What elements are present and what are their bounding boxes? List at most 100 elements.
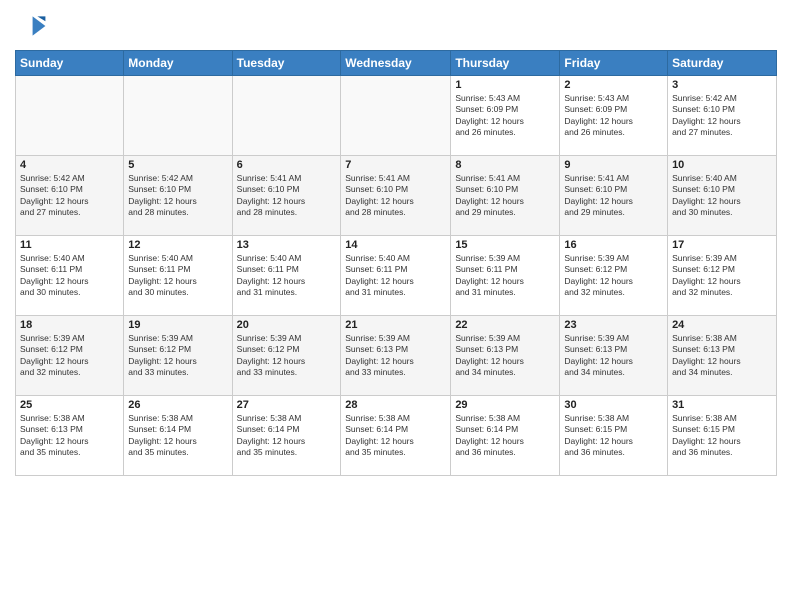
day-info: Sunrise: 5:40 AM Sunset: 6:11 PM Dayligh… [237, 253, 337, 299]
day-info: Sunrise: 5:38 AM Sunset: 6:14 PM Dayligh… [128, 413, 227, 459]
calendar-cell: 8Sunrise: 5:41 AM Sunset: 6:10 PM Daylig… [451, 156, 560, 236]
calendar-week-3: 11 Sunrise: 5:40 AM Sunset: 6:11 PM Dayli… [16, 236, 777, 316]
calendar-cell: 2 Sunrise: 5:43 AM Sunset: 6:09 PM Daylig… [560, 76, 668, 156]
day-number: 4 [20, 159, 119, 171]
day-number: 3 [672, 79, 772, 91]
weekday-header-monday: Monday [124, 51, 232, 76]
day-number: 24 [672, 319, 772, 331]
day-info: Sunrise: 5:42 AM Sunset: 6:10 PM Dayligh… [672, 93, 772, 139]
day-number: 18 [20, 319, 119, 331]
day-number: 19 [128, 319, 227, 331]
day-number: 23 [564, 319, 663, 331]
day-number: 14 [345, 239, 446, 251]
day-info: Sunrise: 5:38 AM Sunset: 6:14 PM Dayligh… [345, 413, 446, 459]
day-number: 30 [564, 399, 663, 411]
calendar-cell: 5Sunrise: 5:42 AM Sunset: 6:10 PM Daylig… [124, 156, 232, 236]
day-number: 9 [564, 159, 663, 171]
calendar-cell: 21 Sunrise: 5:39 AM Sunset: 6:13 PM Dayli… [341, 316, 451, 396]
day-number: 15 [455, 239, 555, 251]
day-info: Sunrise: 5:41 AM Sunset: 6:10 PM Dayligh… [455, 173, 555, 219]
calendar-cell: 16 Sunrise: 5:39 AM Sunset: 6:12 PM Dayli… [560, 236, 668, 316]
day-number: 12 [128, 239, 227, 251]
logo-icon [15, 10, 47, 42]
header [15, 10, 777, 42]
day-info: Sunrise: 5:39 AM Sunset: 6:13 PM Dayligh… [564, 333, 663, 379]
weekday-header-row: SundayMondayTuesdayWednesdayThursdayFrid… [16, 51, 777, 76]
calendar-cell: 23 Sunrise: 5:39 AM Sunset: 6:13 PM Dayli… [560, 316, 668, 396]
calendar-cell: 17Sunrise: 5:39 AM Sunset: 6:12 PM Dayli… [668, 236, 777, 316]
day-number: 6 [237, 159, 337, 171]
day-info: Sunrise: 5:41 AM Sunset: 6:10 PM Dayligh… [345, 173, 446, 219]
day-number: 22 [455, 319, 555, 331]
day-number: 1 [455, 79, 555, 91]
calendar-cell: 26 Sunrise: 5:38 AM Sunset: 6:14 PM Dayli… [124, 396, 232, 476]
calendar-cell: 1Sunrise: 5:43 AM Sunset: 6:09 PM Daylig… [451, 76, 560, 156]
calendar-cell [16, 76, 124, 156]
logo [15, 10, 51, 42]
calendar-cell [124, 76, 232, 156]
day-number: 28 [345, 399, 446, 411]
calendar-cell: 28 Sunrise: 5:38 AM Sunset: 6:14 PM Dayli… [341, 396, 451, 476]
weekday-header-sunday: Sunday [16, 51, 124, 76]
day-number: 26 [128, 399, 227, 411]
day-number: 31 [672, 399, 772, 411]
calendar-cell: 7 Sunrise: 5:41 AM Sunset: 6:10 PM Daylig… [341, 156, 451, 236]
weekday-header-tuesday: Tuesday [232, 51, 341, 76]
calendar-cell: 12 Sunrise: 5:40 AM Sunset: 6:11 PM Dayli… [124, 236, 232, 316]
day-info: Sunrise: 5:38 AM Sunset: 6:14 PM Dayligh… [455, 413, 555, 459]
weekday-header-thursday: Thursday [451, 51, 560, 76]
calendar-cell: 10Sunrise: 5:40 AM Sunset: 6:10 PM Dayli… [668, 156, 777, 236]
day-info: Sunrise: 5:39 AM Sunset: 6:12 PM Dayligh… [20, 333, 119, 379]
calendar-cell: 27 Sunrise: 5:38 AM Sunset: 6:14 PM Dayli… [232, 396, 341, 476]
day-number: 2 [564, 79, 663, 91]
calendar-cell: 30 Sunrise: 5:38 AM Sunset: 6:15 PM Dayli… [560, 396, 668, 476]
calendar-cell: 14 Sunrise: 5:40 AM Sunset: 6:11 PM Dayli… [341, 236, 451, 316]
day-info: Sunrise: 5:39 AM Sunset: 6:12 PM Dayligh… [128, 333, 227, 379]
day-info: Sunrise: 5:41 AM Sunset: 6:10 PM Dayligh… [564, 173, 663, 219]
page: SundayMondayTuesdayWednesdayThursdayFrid… [0, 0, 792, 612]
calendar-cell: 4 Sunrise: 5:42 AM Sunset: 6:10 PM Daylig… [16, 156, 124, 236]
calendar-week-2: 4 Sunrise: 5:42 AM Sunset: 6:10 PM Daylig… [16, 156, 777, 236]
day-info: Sunrise: 5:40 AM Sunset: 6:11 PM Dayligh… [20, 253, 119, 299]
weekday-header-friday: Friday [560, 51, 668, 76]
day-info: Sunrise: 5:42 AM Sunset: 6:10 PM Dayligh… [128, 173, 227, 219]
calendar: SundayMondayTuesdayWednesdayThursdayFrid… [15, 50, 777, 476]
day-number: 7 [345, 159, 446, 171]
day-number: 16 [564, 239, 663, 251]
day-info: Sunrise: 5:38 AM Sunset: 6:14 PM Dayligh… [237, 413, 337, 459]
calendar-cell: 22Sunrise: 5:39 AM Sunset: 6:13 PM Dayli… [451, 316, 560, 396]
day-info: Sunrise: 5:40 AM Sunset: 6:11 PM Dayligh… [128, 253, 227, 299]
day-info: Sunrise: 5:38 AM Sunset: 6:13 PM Dayligh… [672, 333, 772, 379]
day-number: 11 [20, 239, 119, 251]
day-info: Sunrise: 5:39 AM Sunset: 6:12 PM Dayligh… [564, 253, 663, 299]
day-info: Sunrise: 5:40 AM Sunset: 6:11 PM Dayligh… [345, 253, 446, 299]
day-info: Sunrise: 5:40 AM Sunset: 6:10 PM Dayligh… [672, 173, 772, 219]
weekday-header-wednesday: Wednesday [341, 51, 451, 76]
day-info: Sunrise: 5:42 AM Sunset: 6:10 PM Dayligh… [20, 173, 119, 219]
calendar-cell: 19 Sunrise: 5:39 AM Sunset: 6:12 PM Dayli… [124, 316, 232, 396]
calendar-cell: 15 Sunrise: 5:39 AM Sunset: 6:11 PM Dayli… [451, 236, 560, 316]
day-info: Sunrise: 5:38 AM Sunset: 6:13 PM Dayligh… [20, 413, 119, 459]
day-number: 29 [455, 399, 555, 411]
calendar-cell: 24 Sunrise: 5:38 AM Sunset: 6:13 PM Dayli… [668, 316, 777, 396]
calendar-cell: 29 Sunrise: 5:38 AM Sunset: 6:14 PM Dayli… [451, 396, 560, 476]
day-info: Sunrise: 5:39 AM Sunset: 6:11 PM Dayligh… [455, 253, 555, 299]
day-info: Sunrise: 5:39 AM Sunset: 6:12 PM Dayligh… [237, 333, 337, 379]
day-info: Sunrise: 5:38 AM Sunset: 6:15 PM Dayligh… [564, 413, 663, 459]
calendar-header: SundayMondayTuesdayWednesdayThursdayFrid… [16, 51, 777, 76]
calendar-cell: 11 Sunrise: 5:40 AM Sunset: 6:11 PM Dayli… [16, 236, 124, 316]
calendar-week-4: 18 Sunrise: 5:39 AM Sunset: 6:12 PM Dayli… [16, 316, 777, 396]
day-info: Sunrise: 5:41 AM Sunset: 6:10 PM Dayligh… [237, 173, 337, 219]
calendar-cell: 13 Sunrise: 5:40 AM Sunset: 6:11 PM Dayli… [232, 236, 341, 316]
calendar-cell: 31 Sunrise: 5:38 AM Sunset: 6:15 PM Dayli… [668, 396, 777, 476]
calendar-cell [341, 76, 451, 156]
day-info: Sunrise: 5:38 AM Sunset: 6:15 PM Dayligh… [672, 413, 772, 459]
day-info: Sunrise: 5:43 AM Sunset: 6:09 PM Dayligh… [564, 93, 663, 139]
day-info: Sunrise: 5:39 AM Sunset: 6:13 PM Dayligh… [345, 333, 446, 379]
day-number: 27 [237, 399, 337, 411]
day-number: 13 [237, 239, 337, 251]
day-number: 20 [237, 319, 337, 331]
day-number: 21 [345, 319, 446, 331]
day-info: Sunrise: 5:39 AM Sunset: 6:12 PM Dayligh… [672, 253, 772, 299]
calendar-cell: 9 Sunrise: 5:41 AM Sunset: 6:10 PM Daylig… [560, 156, 668, 236]
